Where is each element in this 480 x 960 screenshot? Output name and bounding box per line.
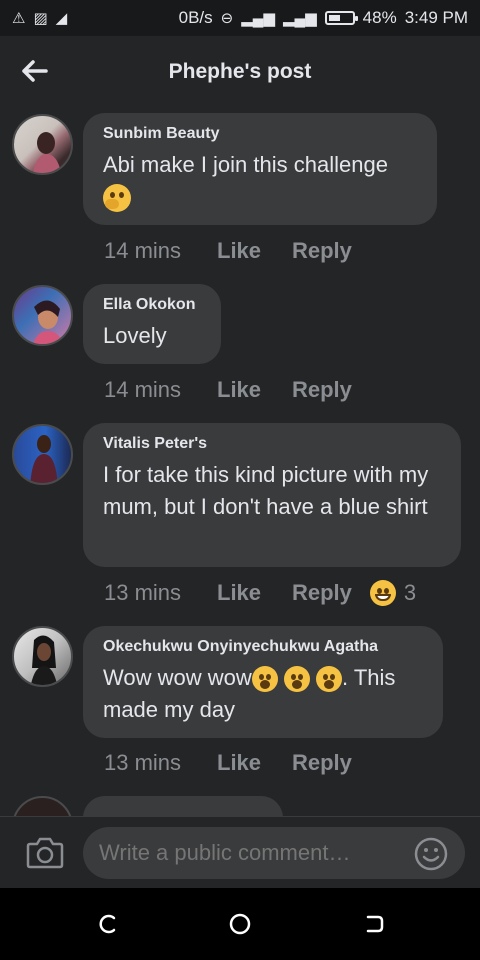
back-nav-icon[interactable]: [362, 912, 386, 936]
avatar-image: [33, 300, 63, 344]
astonished-face-icon: [283, 666, 310, 693]
avatar-image: [30, 635, 58, 685]
emoji-picker-icon[interactable]: [414, 837, 448, 871]
comment-bubble[interactable]: Sunbim Beauty Abi make I join this chall…: [83, 113, 437, 225]
comment-text-body: Abi make I join this challenge: [103, 152, 388, 177]
comment-author[interactable]: Sunbim Beauty: [103, 125, 417, 143]
battery-percent: 48%: [362, 8, 397, 27]
reaction-count: 3: [403, 580, 417, 605]
comment-text: I for take this kind picture with my mum…: [103, 462, 429, 519]
astonished-face-icon: [251, 666, 278, 693]
reply-button[interactable]: Reply: [292, 580, 352, 606]
like-button[interactable]: Like: [217, 750, 292, 776]
signal-bars-icon: ▂▄▆: [241, 10, 275, 27]
comment-actions: 13 mins Like Reply 3: [104, 580, 416, 606]
comment-actions: 14 mins Like Reply: [104, 377, 352, 403]
clock: 3:49 PM: [404, 8, 468, 27]
recent-apps-icon[interactable]: [96, 912, 120, 936]
comment-bubble[interactable]: Okechukwu Onyinyechukwu Agatha Wow wow w…: [83, 626, 443, 738]
comment-timestamp: 14 mins: [104, 377, 182, 402]
comment-timestamp: 14 mins: [104, 238, 182, 263]
reply-button[interactable]: Reply: [292, 750, 352, 776]
avatar[interactable]: [12, 626, 73, 687]
home-icon[interactable]: [228, 912, 252, 936]
grinning-sweat-icon: [369, 580, 396, 606]
image-icon: ▨: [33, 10, 48, 27]
signal-bars-icon-2: ▂▄▆: [282, 10, 317, 27]
astonished-face-icon: [316, 666, 342, 693]
avatar-image: [32, 132, 62, 173]
comment-text: Wow wow wow . This made my day: [103, 662, 423, 726]
comment-actions: 14 mins Like Reply: [104, 238, 352, 264]
comment-author[interactable]: Ella Okokon: [103, 296, 201, 314]
avatar[interactable]: [12, 424, 73, 485]
comment-bubble[interactable]: Vitalis Peter's I for take this kind pic…: [83, 423, 461, 567]
comment-bubble[interactable]: [83, 796, 283, 816]
comment-text: Abi make I join this challenge: [103, 149, 417, 213]
battery-icon: [324, 11, 358, 25]
comment-timestamp: 13 mins: [104, 580, 182, 605]
avatar[interactable]: [12, 114, 73, 175]
reply-button[interactable]: Reply: [292, 238, 352, 264]
do-not-disturb-icon: ⊖: [220, 10, 234, 27]
comment-actions: 13 mins Like Reply: [104, 750, 352, 776]
battery-level: [328, 15, 340, 21]
reply-button[interactable]: Reply: [292, 377, 352, 403]
signal-off-icon: ◢: [55, 10, 68, 27]
status-left-icons: ⚠ ▨ ◢: [12, 9, 67, 27]
warning-icon: ⚠: [12, 10, 26, 27]
page-title: Phephe's post: [168, 60, 312, 83]
comment-author[interactable]: Okechukwu Onyinyechukwu Agatha: [103, 638, 423, 656]
camera-icon[interactable]: [26, 835, 64, 869]
avatar[interactable]: [12, 285, 73, 346]
comment-author[interactable]: Vitalis Peter's: [103, 435, 441, 453]
comment-text-body: Wow wow wow: [103, 665, 252, 690]
network-speed: 0B/s: [178, 8, 213, 27]
comment-input[interactable]: [83, 827, 465, 879]
app-header: Phephe's post: [0, 36, 480, 106]
like-button[interactable]: Like: [217, 238, 292, 264]
comment-list[interactable]: Sunbim Beauty Abi make I join this chall…: [0, 106, 480, 816]
like-button[interactable]: Like: [217, 377, 292, 403]
thinking-face-icon: [103, 184, 131, 213]
comment-timestamp: 13 mins: [104, 750, 182, 775]
comment-text: Lovely: [103, 323, 167, 348]
comment-bubble[interactable]: Ella Okokon Lovely: [83, 284, 221, 364]
reaction-summary[interactable]: 3: [369, 580, 417, 606]
status-bar: ⚠ ▨ ◢ 0B/s ⊖ ▂▄▆ ▂▄▆ 48% 3:49 PM: [0, 0, 480, 36]
comment-composer: [0, 816, 480, 888]
avatar-image: [30, 435, 58, 483]
avatar[interactable]: [12, 796, 73, 816]
like-button[interactable]: Like: [217, 580, 292, 606]
system-nav-bar: [0, 888, 480, 960]
